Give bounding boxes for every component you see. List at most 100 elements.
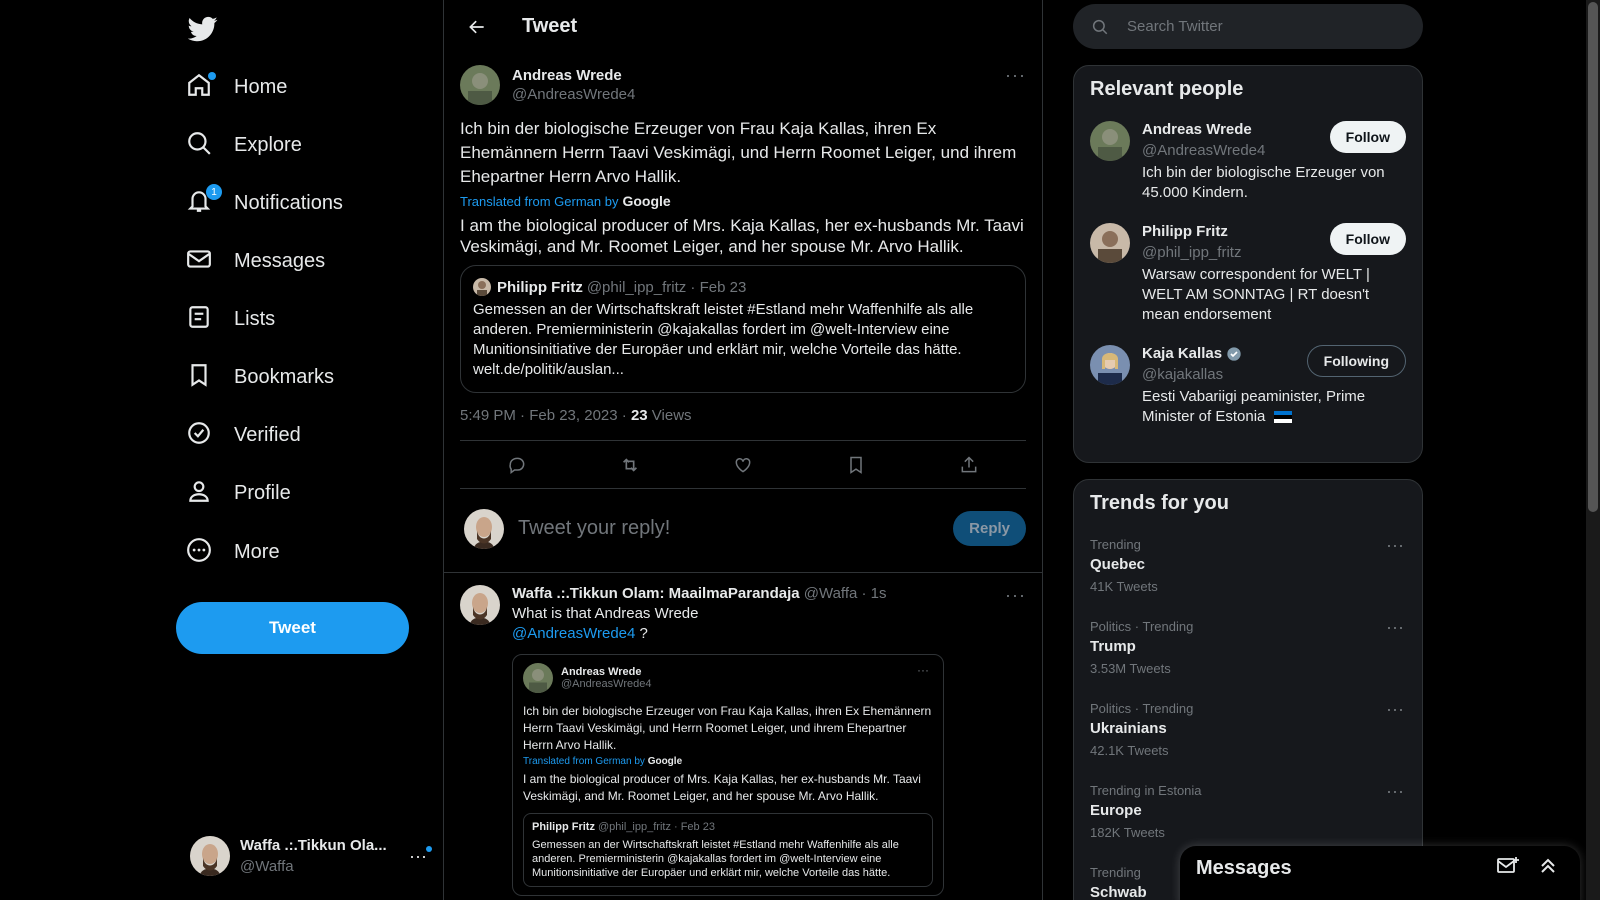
left-sidebar: Home Explore 1 Notifications Messages Li… xyxy=(0,0,443,900)
person-avatar[interactable] xyxy=(1090,345,1130,385)
messages-drawer[interactable]: Messages xyxy=(1180,846,1580,900)
scrollbar-thumb[interactable] xyxy=(1588,2,1598,512)
person-card[interactable]: Kaja Kallas @kajakallas Following Eesti … xyxy=(1074,337,1422,439)
tweet-button[interactable]: Tweet xyxy=(176,602,409,654)
follow-button[interactable]: Follow xyxy=(1329,121,1406,153)
relevant-people-title: Relevant people xyxy=(1090,78,1244,100)
tweet-timestamp[interactable]: 5:49 PM · Feb 23, 2023 · xyxy=(460,407,631,424)
trend-context: Trending xyxy=(1090,537,1141,552)
embed-quote-handle: @phil_ipp_fritz · Feb 23 xyxy=(598,821,715,833)
page-scrollbar[interactable] xyxy=(1586,0,1600,900)
person-icon xyxy=(186,478,216,508)
person-card[interactable]: Philipp Fritz @phil_ipp_fritz Follow War… xyxy=(1074,215,1422,337)
more-options-icon[interactable]: ··· xyxy=(1005,65,1026,86)
author-avatar[interactable] xyxy=(460,65,500,105)
trend-name: Ukrainians xyxy=(1090,720,1167,737)
bookmark-action-icon[interactable] xyxy=(838,447,874,483)
trend-context: Politics · Trending xyxy=(1090,619,1194,634)
trend-item[interactable]: Trending in Estonia Europe 182K Tweets ·… xyxy=(1074,773,1422,855)
trends-panel: Trends for you Trending Quebec 41K Tweet… xyxy=(1073,479,1423,900)
person-avatar[interactable] xyxy=(1090,121,1130,161)
person-handle: @AndreasWrede4 xyxy=(1142,142,1266,159)
author-handle[interactable]: @AndreasWrede4 xyxy=(512,86,635,103)
person-name[interactable]: Andreas Wrede xyxy=(1142,121,1265,138)
twitter-logo-icon[interactable] xyxy=(188,14,218,44)
embed-translated-label: Translated from German by xyxy=(523,756,645,767)
person-card[interactable]: Andreas Wrede @AndreasWrede4 Follow Ich … xyxy=(1074,113,1422,215)
reply-icon[interactable] xyxy=(499,447,535,483)
search-input[interactable] xyxy=(1127,18,1387,35)
reply-attached-image[interactable]: Andreas Wrede @AndreasWrede4 ··· Ich bin… xyxy=(512,654,944,896)
new-message-icon[interactable] xyxy=(1496,854,1524,882)
nav-verified[interactable]: Verified xyxy=(186,409,301,461)
nav-notifications[interactable]: 1 Notifications xyxy=(186,177,343,229)
person-handle: @kajakallas xyxy=(1142,366,1224,383)
nav-notifications-label: Notifications xyxy=(234,191,343,214)
share-icon[interactable] xyxy=(951,447,987,483)
nav-more[interactable]: More xyxy=(186,526,280,578)
trend-name: Quebec xyxy=(1090,556,1146,573)
person-avatar[interactable] xyxy=(1090,223,1130,263)
reply-button[interactable]: Reply xyxy=(953,511,1026,546)
back-arrow-icon[interactable] xyxy=(460,10,494,44)
reply-handle-time[interactable]: @Waffa · 1s xyxy=(804,585,887,602)
reply-input[interactable] xyxy=(518,517,954,540)
trend-more-icon[interactable]: ··· xyxy=(1386,617,1404,638)
trend-more-icon[interactable]: ··· xyxy=(1386,781,1404,802)
verified-badge-icon xyxy=(1226,346,1242,362)
relevant-people-panel: Relevant people Andreas Wrede @AndreasWr… xyxy=(1073,65,1423,463)
translation-attribution[interactable]: Translated from German by Google xyxy=(460,193,1026,209)
messages-drawer-title: Messages xyxy=(1196,856,1292,879)
account-name: Waffa .:.Tikkun Ola... xyxy=(240,837,387,854)
bookmark-icon xyxy=(186,362,216,392)
following-button[interactable]: Following xyxy=(1306,345,1406,377)
embed-more-icon: ··· xyxy=(917,663,929,677)
quote-author-name: Philipp Fritz xyxy=(497,278,583,296)
nav-messages[interactable]: Messages xyxy=(186,235,325,287)
composer-avatar xyxy=(464,508,504,549)
embed-author-handle: @AndreasWrede4 xyxy=(561,678,652,690)
person-name[interactable]: Kaja Kallas xyxy=(1142,345,1222,362)
trend-item[interactable]: Politics · Trending Trump 3.53M Tweets ·… xyxy=(1074,609,1422,691)
nav-explore[interactable]: Explore xyxy=(186,119,302,171)
trend-item[interactable]: Trending Quebec 41K Tweets ··· xyxy=(1074,527,1422,609)
reply-more-options-icon[interactable]: ··· xyxy=(1005,585,1026,606)
tweet-meta: 5:49 PM · Feb 23, 2023 · 23 Views xyxy=(460,407,1026,441)
quoted-tweet[interactable]: Philipp Fritz @phil_ipp_fritz · Feb 23 G… xyxy=(460,265,1026,393)
google-logo: Google xyxy=(622,193,671,209)
reply-tweet[interactable]: Waffa .:.Tikkun Olam: MaailmaParandaja @… xyxy=(444,573,1042,900)
retweet-icon[interactable] xyxy=(612,447,648,483)
trend-more-icon[interactable]: ··· xyxy=(1386,699,1404,720)
reply-mention-link[interactable]: @AndreasWrede4 xyxy=(512,625,635,642)
author-name[interactable]: Andreas Wrede xyxy=(512,67,635,84)
trend-more-icon[interactable]: ··· xyxy=(1386,535,1404,556)
follow-button[interactable]: Follow xyxy=(1329,223,1406,255)
trend-count: 3.53M Tweets xyxy=(1090,661,1171,676)
tweet-actions xyxy=(460,441,1026,489)
right-sidebar: Relevant people Andreas Wrede @AndreasWr… xyxy=(1073,0,1423,900)
person-name[interactable]: Philipp Fritz xyxy=(1142,223,1241,240)
embed-quote-text: Gemessen an der Wirtschaftskraft leistet… xyxy=(532,839,899,879)
expand-chevrons-icon[interactable] xyxy=(1536,854,1564,882)
translated-label: Translated from German by xyxy=(460,193,619,209)
trend-name: Trump xyxy=(1090,638,1136,655)
trend-item[interactable]: Politics · Trending Ukrainians 42.1K Twe… xyxy=(1074,691,1422,773)
reply-author-name[interactable]: Waffa .:.Tikkun Olam: MaailmaParandaja xyxy=(512,585,800,602)
home-icon xyxy=(186,72,216,102)
account-switcher[interactable]: Waffa .:.Tikkun Ola... @Waffa ··· xyxy=(190,830,432,882)
trend-context: Politics · Trending xyxy=(1090,701,1194,716)
envelope-icon xyxy=(186,246,216,276)
trend-count: 182K Tweets xyxy=(1090,825,1165,840)
nav-lists[interactable]: Lists xyxy=(186,293,275,345)
heart-icon[interactable] xyxy=(725,447,761,483)
ellipsis-icon[interactable]: ··· xyxy=(406,845,432,867)
nav-profile[interactable]: Profile xyxy=(186,467,291,519)
nav-home[interactable]: Home xyxy=(186,61,287,113)
reply-avatar[interactable] xyxy=(460,585,500,625)
nav-bookmarks[interactable]: Bookmarks xyxy=(186,351,334,403)
search-bar-icon xyxy=(1091,18,1109,36)
quote-author-avatar xyxy=(473,278,491,296)
quote-text: Gemessen an der Wirtschaftskraft leistet… xyxy=(473,301,974,378)
search-bar[interactable] xyxy=(1073,4,1423,49)
nav-bookmarks-label: Bookmarks xyxy=(234,365,335,388)
